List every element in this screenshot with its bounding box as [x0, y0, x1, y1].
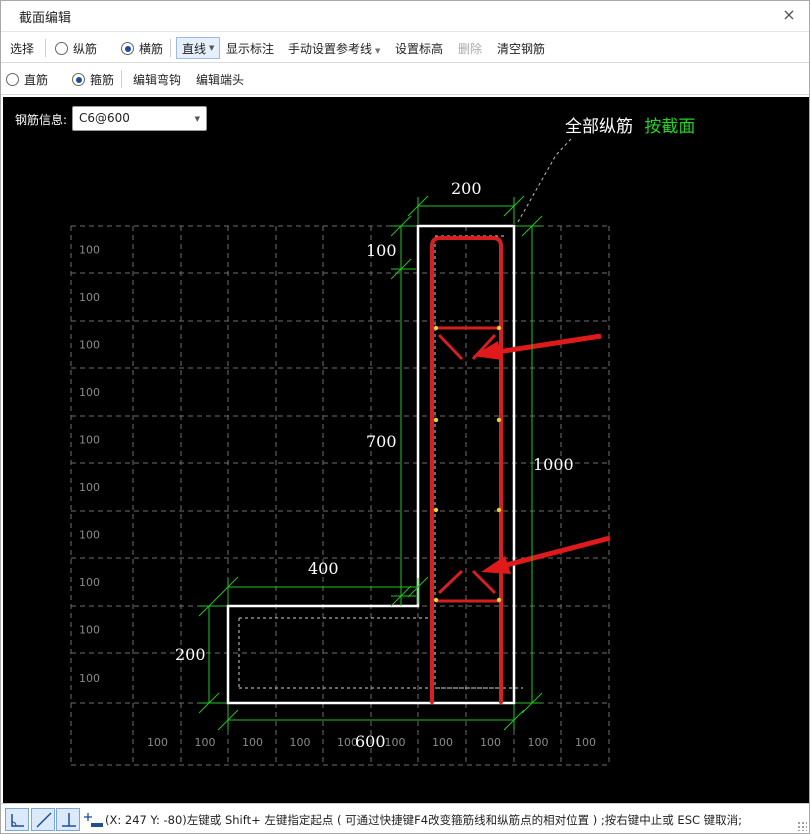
- snap-plus-button[interactable]: [81, 808, 105, 831]
- transverse-radio-label: 横筋: [139, 42, 164, 56]
- longitudinal-radio[interactable]: 纵筋: [55, 40, 97, 57]
- line-mode-dropdown[interactable]: 直线 ▼: [176, 37, 221, 59]
- window-title: 截面编辑: [19, 11, 72, 26]
- radio-circle: [55, 42, 68, 55]
- section-drawing[interactable]: 100 100 100 100 100 100 100 100 100 100 100 100 100 1…: [3, 97, 809, 803]
- grid-label: 100: [79, 576, 100, 589]
- inner-reference-lines: [238, 235, 523, 689]
- rebar-info-value: C6@600: [79, 111, 130, 125]
- orthogonal-mode-button[interactable]: [5, 808, 29, 831]
- grid-label: 100: [79, 672, 100, 685]
- chevron-down-icon: ▼: [375, 47, 381, 55]
- reference-grid: [70, 225, 610, 766]
- dim-top-cover: 100: [366, 241, 397, 260]
- grid-label: 100: [195, 736, 216, 749]
- annotation-leader: [517, 138, 572, 223]
- edit-end-button[interactable]: 编辑端头: [196, 71, 244, 88]
- toolbar-separator: [121, 70, 122, 88]
- annotation-green-text: 按截面: [644, 117, 695, 137]
- perpendicular-mode-button[interactable]: [56, 808, 80, 831]
- grid-labels: 100 100 100 100 100 100 100 100 100 100 100 100 100 1…: [79, 244, 596, 750]
- perpendicular-icon: [62, 813, 76, 827]
- resize-grip[interactable]: [797, 821, 807, 831]
- dim-web-height: 700: [366, 432, 397, 451]
- dim-flange-length: 400: [308, 559, 339, 578]
- transverse-radio[interactable]: 横筋: [121, 40, 163, 57]
- status-text: (X: 247 Y: -80)左键或 Shift+ 左键指定起点 ( 可通过快捷…: [105, 813, 743, 827]
- chevron-down-icon: ▼: [209, 44, 215, 52]
- show-dimensions-button[interactable]: 显示标注: [226, 40, 274, 57]
- manual-reference-line-label: 手动设置参考线: [288, 42, 373, 56]
- grid-label: 100: [79, 291, 100, 304]
- grid-label: 100: [147, 736, 168, 749]
- stirrup-radio-label: 箍筋: [90, 73, 115, 87]
- diagonal-mode-button[interactable]: [31, 808, 55, 831]
- rebar-info-select[interactable]: C6@600 ▼: [72, 106, 207, 131]
- grid-label: 100: [79, 339, 100, 352]
- toolbar-main: 选择 纵筋 横筋 直线 ▼ 显示标注 手动设置参考线 ▼ 设置标高 删除 清空钢筋: [1, 31, 809, 63]
- close-button[interactable]: ×: [779, 4, 799, 26]
- edit-hook-button[interactable]: 编辑弯钩: [133, 71, 181, 88]
- dim-bottom-width: 600: [355, 732, 386, 751]
- clear-rebar-button[interactable]: 清空钢筋: [497, 40, 545, 57]
- grid-label: 100: [480, 736, 501, 749]
- toolbar-separator: [170, 39, 171, 57]
- toolbar-separator: [45, 39, 46, 57]
- stirrup-radio[interactable]: 箍筋: [72, 71, 114, 88]
- annotation-label: 全部纵筋 按截面: [565, 117, 695, 137]
- radio-circle-checked: [121, 42, 134, 55]
- dim-flange-height: 200: [175, 645, 206, 664]
- chevron-down-icon: ▼: [194, 115, 200, 123]
- grid-label: 100: [290, 736, 311, 749]
- grid-label: 100: [79, 434, 100, 447]
- radio-circle: [6, 73, 19, 86]
- title-bar: 截面编辑 ×: [1, 1, 809, 31]
- longitudinal-radio-label: 纵筋: [73, 42, 98, 56]
- rebar-info-label: 钢筋信息:: [15, 113, 68, 127]
- dim-top-width: 200: [451, 179, 482, 198]
- annotation-white-text: 全部纵筋: [565, 117, 633, 137]
- select-button[interactable]: 选择: [10, 40, 34, 57]
- grid-label: 100: [79, 529, 100, 542]
- grid-label: 100: [432, 736, 453, 749]
- tie-rebar[interactable]: [436, 326, 499, 603]
- grid-label: 100: [385, 736, 406, 749]
- section-edit-window: 截面编辑 × 选择 纵筋 横筋 直线 ▼ 显示标注 手动设置参考线 ▼ 设置标高 …: [0, 0, 810, 834]
- grid-label: 100: [242, 736, 263, 749]
- straight-bar-radio[interactable]: 直筋: [6, 71, 48, 88]
- delete-button[interactable]: 删除: [458, 40, 482, 57]
- straight-bar-radio-label: 直筋: [24, 73, 49, 87]
- toolbar-secondary: 直筋 箍筋 编辑弯钩 编辑端头: [1, 63, 809, 95]
- radio-circle-checked: [72, 73, 85, 86]
- grid-label: 100: [79, 386, 100, 399]
- grid-label: 100: [79, 481, 100, 494]
- orthogonal-icon: [11, 814, 24, 827]
- manual-reference-line-button[interactable]: 手动设置参考线 ▼: [288, 40, 380, 57]
- grid-label: 100: [575, 736, 596, 749]
- diagonal-line-icon: [36, 812, 52, 828]
- drawing-canvas[interactable]: 100 100 100 100 100 100 100 100 100 100 100 100 100 1…: [3, 97, 809, 803]
- grid-label: 100: [528, 736, 549, 749]
- grid-label: 100: [79, 624, 100, 637]
- snap-plus-icon: [84, 813, 103, 827]
- line-mode-label: 直线: [182, 41, 207, 56]
- grid-label: 100: [79, 244, 100, 257]
- set-elevation-button[interactable]: 设置标高: [395, 40, 443, 57]
- status-bar: (X: 247 Y: -80)左键或 Shift+ 左键指定起点 ( 可通过快捷…: [1, 803, 809, 833]
- dim-total-height: 1000: [533, 455, 574, 474]
- rebar-points[interactable]: [433, 325, 502, 603]
